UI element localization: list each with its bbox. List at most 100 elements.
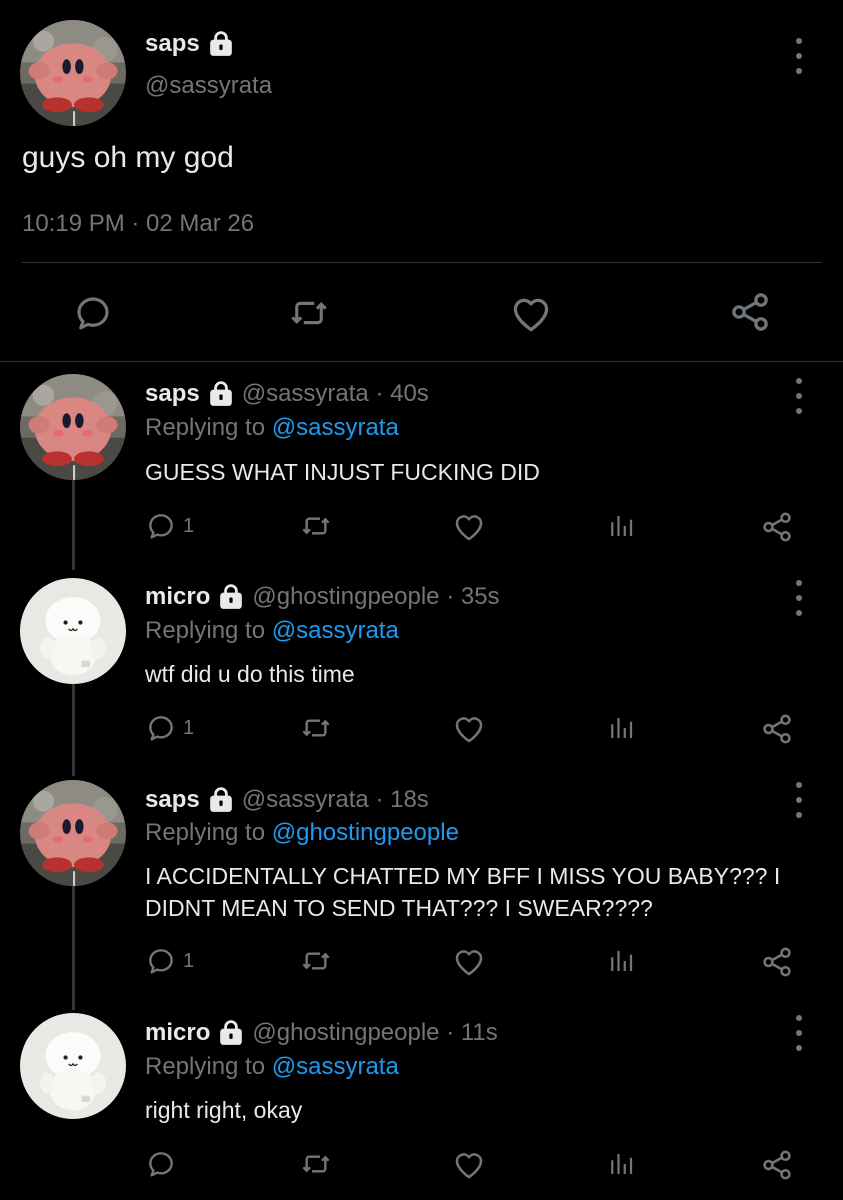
retweet-button[interactable]	[300, 945, 332, 977]
share-icon	[760, 712, 794, 746]
like-icon	[452, 1148, 486, 1182]
reply-button[interactable]: 1	[145, 712, 194, 744]
share-button[interactable]	[760, 712, 794, 746]
analytics-button[interactable]	[606, 1148, 636, 1180]
like-button[interactable]	[452, 712, 486, 746]
analytics-icon	[606, 712, 636, 744]
author-handle-time[interactable]: @ghostingpeople · 11s	[252, 1019, 497, 1047]
more-options-icon[interactable]	[793, 38, 805, 74]
share-icon	[760, 1148, 794, 1182]
analytics-button[interactable]	[606, 945, 636, 977]
author-name[interactable]: micro	[145, 583, 210, 611]
lock-icon	[218, 584, 244, 610]
reply-count: 1	[183, 514, 195, 537]
author-handle[interactable]: @sassyrata	[145, 72, 272, 100]
share-button[interactable]	[728, 290, 772, 334]
share-button[interactable]	[760, 1148, 794, 1182]
more-options-icon[interactable]	[793, 378, 805, 414]
like-button[interactable]	[452, 945, 486, 979]
retweet-button[interactable]	[300, 1148, 332, 1180]
more-options-icon[interactable]	[793, 580, 805, 616]
author-handle-time[interactable]: @sassyrata · 40s	[242, 380, 429, 408]
reply-text: wtf did u do this time	[145, 661, 355, 687]
share-icon	[760, 510, 794, 544]
author-name[interactable]: saps	[145, 380, 200, 408]
more-options-icon[interactable]	[793, 782, 805, 818]
retweet-icon	[288, 292, 330, 334]
kirby-avatar-image	[20, 780, 126, 886]
replying-to-handle[interactable]: @sassyrata	[272, 617, 399, 644]
reply-text: I ACCIDENTALLY CHATTED MY BFF I MISS YOU…	[145, 863, 781, 921]
avatar[interactable]	[20, 1013, 126, 1119]
avatar[interactable]	[20, 578, 126, 684]
replying-to-prefix: Replying to	[145, 414, 266, 441]
divider	[22, 262, 822, 263]
like-icon	[509, 292, 553, 336]
replying-to-prefix: Replying to	[145, 819, 266, 846]
retweet-button[interactable]	[300, 510, 332, 542]
kirby-avatar-image	[20, 20, 126, 126]
author-handle-time[interactable]: @sassyrata · 18s	[242, 786, 429, 814]
retweet-button[interactable]	[300, 712, 332, 744]
reply-text: GUESS WHAT INJUST FUCKING DID	[145, 459, 540, 485]
like-button[interactable]	[509, 292, 553, 336]
reply-button[interactable]: 1	[145, 510, 194, 542]
share-icon	[760, 945, 794, 979]
like-icon	[452, 712, 486, 746]
avatar[interactable]	[20, 374, 126, 480]
analytics-icon	[606, 945, 636, 977]
retweet-icon	[300, 945, 332, 977]
lock-icon	[208, 787, 234, 813]
reply-button[interactable]	[72, 292, 114, 334]
reply-icon	[145, 712, 177, 744]
share-icon	[728, 290, 772, 334]
tweet-text: guys oh my god	[22, 141, 234, 174]
tweet-timestamp: 10:19 PM · 02 Mar 26	[22, 210, 255, 237]
retweet-icon	[300, 712, 332, 744]
reply-icon	[72, 292, 114, 334]
reply-icon	[145, 510, 177, 542]
retweet-button[interactable]	[288, 292, 330, 334]
retweet-icon	[300, 1148, 332, 1180]
replying-to-handle[interactable]: @sassyrata	[272, 414, 399, 441]
analytics-icon	[606, 1148, 636, 1180]
share-button[interactable]	[760, 945, 794, 979]
author-name-text: saps	[145, 30, 200, 57]
kirby-avatar-image	[20, 374, 126, 480]
avatar[interactable]	[20, 780, 126, 886]
replying-to: Replying to @sassyrata	[145, 617, 399, 645]
reply-button[interactable]	[145, 1148, 183, 1180]
lock-icon	[218, 1020, 244, 1046]
author-name[interactable]: saps	[145, 786, 200, 814]
more-options-icon[interactable]	[793, 1015, 805, 1051]
analytics-icon	[606, 510, 636, 542]
white-plush-avatar-image	[20, 578, 126, 684]
reply-count: 1	[183, 716, 195, 739]
like-button[interactable]	[452, 510, 486, 544]
replying-to-prefix: Replying to	[145, 617, 266, 644]
replying-to-prefix: Replying to	[145, 1053, 266, 1080]
lock-icon	[208, 381, 234, 407]
replying-to: Replying to @ghostingpeople	[145, 819, 459, 847]
like-icon	[452, 510, 486, 544]
replying-to-handle[interactable]: @sassyrata	[272, 1053, 399, 1080]
thread-line	[72, 885, 75, 1010]
replying-to-handle[interactable]: @ghostingpeople	[272, 819, 459, 846]
divider	[0, 361, 843, 362]
author-handle-time[interactable]: @ghostingpeople · 35s	[252, 583, 499, 611]
reply-count: 1	[183, 949, 195, 972]
lock-icon	[208, 31, 234, 57]
author-name[interactable]: saps	[145, 30, 234, 58]
like-button[interactable]	[452, 1148, 486, 1182]
reply-button[interactable]: 1	[145, 945, 194, 977]
reply-icon	[145, 945, 177, 977]
analytics-button[interactable]	[606, 510, 636, 542]
replying-to: Replying to @sassyrata	[145, 1053, 399, 1081]
author-name[interactable]: micro	[145, 1019, 210, 1047]
retweet-icon	[300, 510, 332, 542]
reply-text: right right, okay	[145, 1097, 303, 1123]
share-button[interactable]	[760, 510, 794, 544]
avatar[interactable]	[20, 20, 126, 126]
analytics-button[interactable]	[606, 712, 636, 744]
thread-line	[72, 684, 75, 776]
